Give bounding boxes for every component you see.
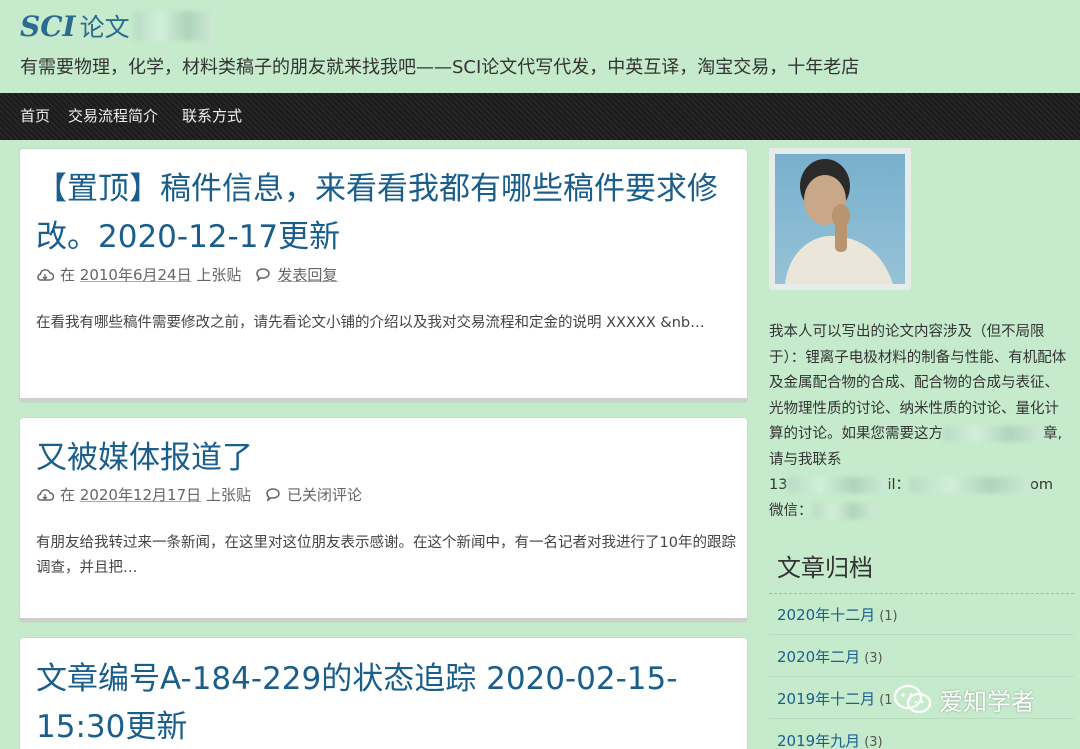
author-photo [775,154,905,284]
archive-link[interactable]: 2019年九月 (3) [777,730,883,749]
archive-link[interactable]: 2020年二月 (3) [777,646,883,667]
author-avatar [769,148,911,290]
bio-mail-suffix: om [1030,477,1054,493]
main-nav: 首页 交易流程简介 联系方式 [0,93,1080,140]
nav-item-contact[interactable]: 联系方式 [182,93,242,140]
post-title[interactable]: 【置顶】稿件信息，来看看我都有哪些稿件要求修改。2020-12-17更新 [36,165,736,261]
bio-wechat-label: 微信： [769,502,813,519]
watermark-text: 爱知学者 [939,688,1035,716]
bio-phone-prefix: 13 [769,477,788,493]
bio-mail-label: il： [887,477,911,493]
archive-link[interactable]: 2019年十二月 (1 [777,688,893,709]
wechat-icon [893,684,932,713]
divider [769,676,1074,677]
redacted-area [910,477,1031,493]
post-date[interactable]: 2010年6月24日 [80,264,192,285]
post-author: 上张贴 [205,486,251,504]
site-description: 有需要物理，化学，材料类稿子的朋友就来找我吧——SCI论文代写代发，中英互译，淘… [20,57,860,78]
bio-text: 我本人可以写出的论文内容涉及（但不局限于）：锂离子电极材料的制备与性能、有机配体… [769,324,1067,442]
post-author: 上张贴 [196,266,242,284]
post-meta: 在 2010年6月24日 上张贴 发表回复 [36,264,337,285]
redacted-area [133,11,214,41]
archive-widget-title: 文章归档 [777,554,873,582]
post-card: 又被媒体报道了 在 2020年12月17日 上张贴 已关闭评论 有朋友给我转过来… [20,418,747,622]
divider [769,718,1074,719]
site-title-cn: 论文 [79,13,130,42]
site-header: SCI 论文 有需要物理，化学，材料类稿子的朋友就来找我吧——SCI论文代写代发… [0,0,1080,93]
meta-prefix: 在 [60,486,76,504]
divider [769,593,1074,594]
watermark: 爱知学者 [893,682,1035,717]
site-title-latin: SCI [20,9,76,43]
cloud-icon [37,268,54,281]
redacted-area [812,502,873,519]
redacted-area [943,426,1043,442]
post-excerpt: 在看我有哪些稿件需要修改之前，请先看论文小铺的介绍以及我对交易流程和定金的说明 … [36,315,705,331]
post-title[interactable]: 又被媒体报道了 [36,434,736,482]
comment-icon [266,488,280,502]
nav-item-home[interactable]: 首页 [20,93,50,140]
post-meta: 在 2020年12月17日 上张贴 已关闭评论 [36,484,362,505]
comment-icon [256,268,271,282]
post-comment-status: 已关闭评论 [286,486,362,504]
divider [769,634,1074,635]
cloud-icon [37,488,54,501]
site-title[interactable]: SCI 论文 [20,6,214,46]
meta-prefix: 在 [60,266,76,284]
post-title[interactable]: 文章编号A-184-229的状态追踪 2020-02-15-15:30更新 [36,655,736,749]
post-card: 【置顶】稿件信息，来看看我都有哪些稿件要求修改。2020-12-17更新 在 2… [20,149,747,402]
post-excerpt: 有朋友给我转过来一条新闻，在这里对这位朋友表示感谢。在这个新闻中，有一名记者对我… [36,535,736,576]
archive-link[interactable]: 2020年十二月 (1) [777,604,898,625]
post-comment-link[interactable]: 发表回复 [277,264,337,285]
author-bio: 我本人可以写出的论文内容涉及（但不局限于）：锂离子电极材料的制备与性能、有机配体… [769,320,1069,524]
post-card: 文章编号A-184-229的状态追踪 2020-02-15-15:30更新 [20,638,747,749]
redacted-area [787,477,888,493]
post-date[interactable]: 2020年12月17日 [80,484,201,505]
nav-item-process[interactable]: 交易流程简介 [68,93,158,140]
